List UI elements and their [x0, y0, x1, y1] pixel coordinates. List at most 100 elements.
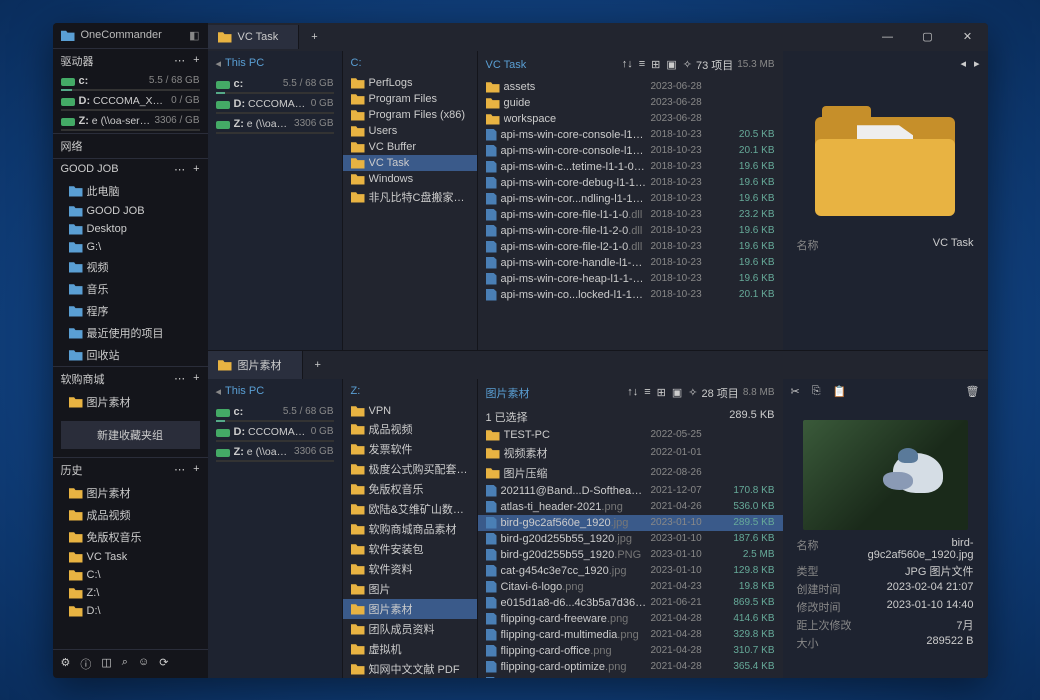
file-row[interactable]: api-ms-win-core-heap-l1-1-0.dll 2018-10-…: [478, 271, 783, 287]
folder-item[interactable]: PerfLogs: [343, 75, 477, 91]
sidebar-item[interactable]: 回收站: [53, 344, 208, 366]
more-icon[interactable]: ⋯: [174, 163, 185, 176]
sidebar-item[interactable]: D:\: [53, 602, 208, 620]
file-row[interactable]: e015d1a8-d6...4c3b5a7d367.png 2021-06-21…: [478, 595, 783, 611]
sidebar-drive[interactable]: D: CCCOMA_X64FR...0 / GB: [53, 93, 208, 113]
sidebar-item[interactable]: 图片素材: [53, 482, 208, 504]
folder-item[interactable]: Program Files (x86): [343, 107, 477, 123]
sort-icon[interactable]: ↑↓: [622, 58, 633, 71]
file-row[interactable]: bird-g9c2af560e_1920.jpg 2023-01-10 289.…: [478, 515, 783, 531]
new-tab-button[interactable]: +: [299, 25, 329, 49]
next-icon[interactable]: ▸: [974, 57, 980, 70]
back-icon[interactable]: ◂: [216, 385, 222, 398]
file-row[interactable]: api-ms-win-core-file-l2-1-0.dll 2018-10-…: [478, 239, 783, 255]
folder-item[interactable]: 虚拟机: [343, 639, 477, 659]
file-row[interactable]: api-ms-win-core-console-l1-1-0.dll 2018-…: [478, 127, 783, 143]
folder-item[interactable]: 免版权音乐: [343, 479, 477, 499]
sidebar-item[interactable]: 音乐: [53, 278, 208, 300]
sidebar-item[interactable]: 最近使用的项目: [53, 322, 208, 344]
pane-drive[interactable]: Z: e (\\oa-serv...3306 GB: [208, 444, 342, 464]
folder-item[interactable]: VC Buffer: [343, 139, 477, 155]
folder-item[interactable]: 成品视频: [343, 419, 477, 439]
sidebar-drive[interactable]: Z: e (\\oa-server)3306 / GB: [53, 113, 208, 133]
file-row[interactable]: api-ms-win-core-file-l1-1-0.dll 2018-10-…: [478, 207, 783, 223]
pin-icon[interactable]: ✧: [683, 58, 692, 71]
sidebar-item[interactable]: C:\: [53, 566, 208, 584]
pane-drive[interactable]: c: 5.5 / 68 GB: [208, 76, 342, 96]
newfile-icon[interactable]: ⊞: [651, 58, 660, 71]
folder-item[interactable]: 团队成员资料: [343, 619, 477, 639]
newfolder-icon[interactable]: ▣: [666, 58, 676, 71]
list-icon[interactable]: ≡: [644, 386, 650, 399]
folder-item[interactable]: 极度公式购买配套软件: [343, 459, 477, 479]
folder-item[interactable]: 软件资料: [343, 559, 477, 579]
file-row[interactable]: bird-g20d255b55_1920.PNG 2023-01-10 2.5 …: [478, 547, 783, 563]
sort-icon[interactable]: ↑↓: [627, 386, 638, 399]
sidebar-item[interactable]: GOOD JOB: [53, 202, 208, 220]
folder-item[interactable]: 非凡比特C盘搬家目录: [343, 187, 477, 207]
file-row[interactable]: api-ms-win-c...tetime-l1-1-0.dll 2018-10…: [478, 159, 783, 175]
file-row[interactable]: 视频素材 2022-01-01: [478, 443, 783, 463]
file-row[interactable]: api-ms-win-core-handle-l1-1-0.dll 2018-1…: [478, 255, 783, 271]
folder-item[interactable]: 图片素材: [343, 599, 477, 619]
folder-item[interactable]: Users: [343, 123, 477, 139]
sidebar-item[interactable]: 图片素材: [53, 391, 208, 413]
pane-drive[interactable]: D: CCCOMA_X64F...0 GB: [208, 424, 342, 444]
new-favorite-group-button[interactable]: 新建收藏夹组: [61, 421, 200, 449]
folder-item[interactable]: 图片: [343, 579, 477, 599]
plus-icon[interactable]: +: [193, 54, 199, 67]
copy-icon[interactable]: ⎘: [812, 385, 821, 398]
prev-icon[interactable]: ◂: [960, 57, 966, 70]
folder-item[interactable]: 发票软件: [343, 439, 477, 459]
cut-icon[interactable]: ✂: [791, 385, 800, 398]
sidebar-item[interactable]: Z:\: [53, 584, 208, 602]
file-row[interactable]: workspace 2023-06-28: [478, 111, 783, 127]
newfolder-icon[interactable]: ▣: [672, 386, 682, 399]
file-row[interactable]: guide 2023-06-28: [478, 95, 783, 111]
folder-item[interactable]: Windows: [343, 171, 477, 187]
sidebar-item[interactable]: G:\: [53, 238, 208, 256]
bottom-tab[interactable]: 图片素材: [208, 351, 303, 379]
file-row[interactable]: TEST-PC 2022-05-25: [478, 427, 783, 443]
file-row[interactable]: heroImg_lg.png 2021-04-25 233.8 KB: [478, 675, 783, 678]
folder-item[interactable]: VC Task: [343, 155, 477, 171]
sidebar-item[interactable]: VC Task: [53, 548, 208, 566]
file-row[interactable]: cat-g454c3e7cc_1920.jpg 2023-01-10 129.8…: [478, 563, 783, 579]
top-tab[interactable]: VC Task: [208, 25, 300, 49]
file-row[interactable]: 图片压缩 2022-08-26: [478, 463, 783, 483]
close-button[interactable]: ✕: [948, 23, 988, 51]
file-row[interactable]: flipping-card-freeware.png 2021-04-28 41…: [478, 611, 783, 627]
minimize-button[interactable]: —: [868, 23, 908, 51]
search-icon[interactable]: ⌕: [122, 656, 128, 672]
sidebar-item[interactable]: 免版权音乐: [53, 526, 208, 548]
new-tab-button[interactable]: +: [303, 353, 333, 377]
plus-icon[interactable]: +: [193, 372, 199, 385]
file-row[interactable]: assets 2023-06-28: [478, 79, 783, 95]
refresh-icon[interactable]: ⟳: [159, 656, 168, 672]
file-row[interactable]: api-ms-win-core-file-l1-2-0.dll 2018-10-…: [478, 223, 783, 239]
plus-icon[interactable]: +: [193, 463, 199, 476]
file-row[interactable]: flipping-card-office.png 2021-04-28 310.…: [478, 643, 783, 659]
folder-item[interactable]: Program Files: [343, 91, 477, 107]
file-row[interactable]: api-ms-win-core-console-l1-2-0.dll 2018-…: [478, 143, 783, 159]
file-row[interactable]: flipping-card-multimedia.png 2021-04-28 …: [478, 627, 783, 643]
sidebar-item[interactable]: 成品视频: [53, 504, 208, 526]
more-icon[interactable]: ⋯: [174, 372, 185, 385]
folder-item[interactable]: VPN: [343, 403, 477, 419]
pane-drive[interactable]: D: CCCOMA_X64F...0 GB: [208, 96, 342, 116]
file-row[interactable]: atlas-ti_header-2021.png 2021-04-26 536.…: [478, 499, 783, 515]
more-icon[interactable]: ⋯: [174, 463, 185, 476]
file-row[interactable]: bird-g20d255b55_1920.jpg 2023-01-10 187.…: [478, 531, 783, 547]
sidebar-item[interactable]: Desktop: [53, 220, 208, 238]
info-icon[interactable]: ⓘ: [80, 656, 91, 672]
panel-toggle-icon[interactable]: ◧: [189, 29, 199, 42]
back-icon[interactable]: ◂: [216, 57, 222, 70]
pin-icon[interactable]: ✧: [688, 386, 697, 399]
folder-item[interactable]: 欧陆&艾维矿山数据备份: [343, 499, 477, 519]
maximize-button[interactable]: ▢: [908, 23, 948, 51]
layout-icon[interactable]: ◫: [101, 656, 111, 672]
delete-icon[interactable]: 🗑: [966, 385, 980, 398]
file-row[interactable]: 202111@Band...D-Softhead.pdf 2021-12-07 …: [478, 483, 783, 499]
file-row[interactable]: api-ms-win-cor...ndling-l1-1-0.dll 2018-…: [478, 191, 783, 207]
list-icon[interactable]: ≡: [639, 58, 645, 71]
